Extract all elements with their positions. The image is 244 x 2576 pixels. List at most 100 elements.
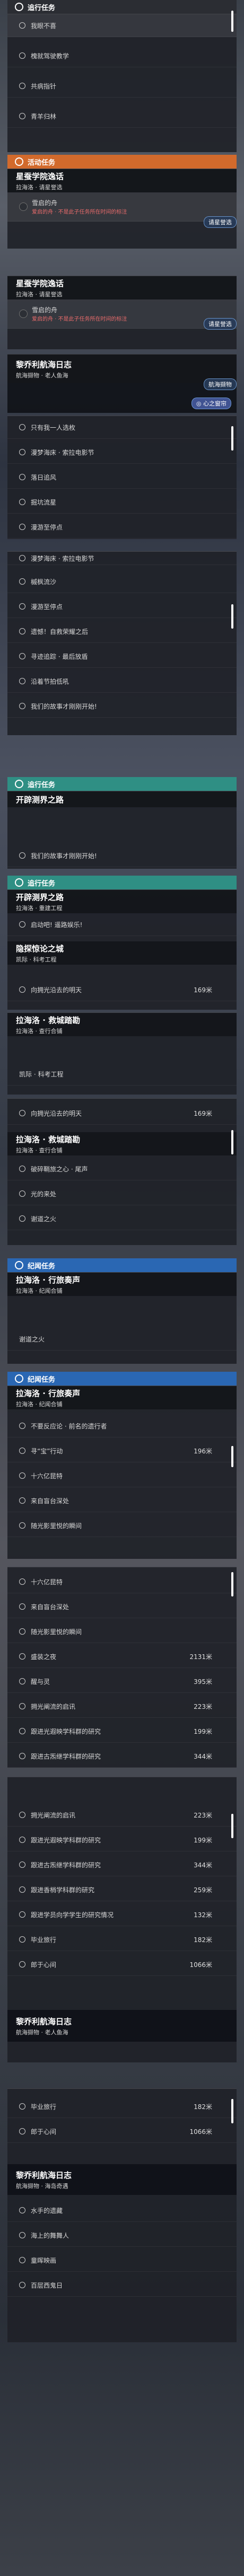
scrollbar[interactable] [231, 426, 233, 451]
list-item[interactable]: 不要反应论 · 前名的遗行者 [7, 1415, 237, 1437]
list-item[interactable]: 我们的故事才刚刚开始! [7, 844, 237, 867]
radio-icon [19, 1215, 25, 1222]
list-item[interactable]: 青羊归林 [7, 105, 237, 128]
subtask-body: 漫梦海床 · 索拉电影节 槭枫流沙 漫游至停点 遗憾！自救荣耀之后 寻迹追踪 ·… [7, 551, 237, 735]
list-item[interactable]: 槭枫流沙 [7, 570, 237, 593]
list-item[interactable]: 寻“宝”行动 196米 [7, 1440, 237, 1462]
mission-title[interactable]: 开辟测界之路 拉海洛 · 重建工程 [7, 890, 237, 913]
list-item[interactable]: 跟进光遐映学科群的研究 199米 [7, 1720, 237, 1743]
list-item[interactable]: 十六亿昆特 [7, 1465, 237, 1487]
subtask-list-b: 漫梦海床 · 索拉电影节 槭枫流沙 漫游至停点 遗憾！自救荣耀之后 寻迹追踪 ·… [7, 551, 237, 737]
main-quest-panel-2: 追行任务 开辟测界之路 拉海洛 · 重建工程 启动吧! 遥路娱乐! 隐探惊论之城凯… [7, 876, 237, 1010]
main-quest-body: 开辟测界之路 我们的故事才刚刚开始! [7, 791, 237, 869]
radio-icon [19, 1472, 25, 1479]
list-item[interactable]: 谢道之火 [7, 1328, 237, 1351]
list-item[interactable]: 毕业旅行 182米 [7, 2095, 237, 2118]
tip-badge[interactable]: ◎ 心之窗帘 [191, 398, 231, 409]
mission-title[interactable]: 黎乔利航海日志 航海撷物 · 海岛奇遇 [7, 2164, 237, 2195]
nav-badge[interactable]: 航海撷物 [204, 378, 237, 390]
list-item[interactable]: 漫游至停点 [7, 516, 237, 539]
list-item[interactable]: 遗憾！自救荣耀之后 [7, 620, 237, 643]
list-item[interactable]: 跟进光遐映学科群的研究 199米 [7, 1829, 237, 1851]
list-item[interactable]: 童晖映画 [7, 2249, 237, 2272]
list-item[interactable]: 漫梦海床 · 索拉电影节 [7, 552, 237, 565]
list-item[interactable]: 来自盲台深处 [7, 1489, 237, 1512]
list-item[interactable]: 光的来处 [7, 1183, 237, 1205]
list-item[interactable]: 跟进古炁继学科群的研究 344米 [7, 1854, 237, 1876]
list-item[interactable]: 盛装之夜 2131米 [7, 1645, 237, 1668]
list-item[interactable]: 来自盲台深处 [7, 1595, 237, 1618]
list-item[interactable]: 跟进古炁继学科群的研究 344米 [7, 1745, 237, 1768]
scrollbar[interactable] [231, 1446, 233, 1467]
mission-title[interactable]: 星蚕学院逸话 拉海洛 · 请星誉选 [7, 276, 237, 299]
scrollbar[interactable] [231, 1814, 233, 1838]
list-item[interactable]: 我们的故事才刚刚开始! [7, 695, 237, 718]
list-item[interactable]: 郎于心间 1066米 [7, 2120, 237, 2143]
list-item[interactable]: 向拥光沿去的明天 169米 [7, 1102, 237, 1125]
subtask-list-a: 只有我一人选枚 漫梦海床 · 索拉电影节 落日追风 掘坑流星 漫游至停点 [7, 416, 237, 541]
list-item[interactable]: 漫梦海床 · 索拉电影节 [7, 441, 237, 464]
explore-body: 拉海洛 · 救城踏勘 拉海洛 · 查行合铺 凯际 · 科考工程 [7, 1012, 237, 1095]
list-item[interactable]: 跟进香梢学科群的研究 259米 [7, 1878, 237, 1901]
list-item[interactable]: 雪启的舟 爱启的舟 · 不是此子任务所在时间的标注 [7, 299, 237, 329]
radio-icon [19, 1753, 25, 1759]
list-item[interactable]: 十六亿昆特 [7, 1571, 237, 1593]
log-list-body: 毕业旅行 182米 郎于心间 1066米 黎乔利航海日志 航海撷物 · 海岛奇遇 水手… [7, 2088, 237, 2342]
list-item[interactable]: 毕业旅行 182米 [7, 1928, 237, 1951]
scrollbar[interactable] [231, 1130, 233, 1154]
scrollbar[interactable] [231, 2099, 233, 2123]
list-item[interactable]: 寻迹追踪 · 最后放盾 [7, 645, 237, 668]
mission-title[interactable]: 星蚕学院逸话 拉海洛 · 请星誉选 [7, 169, 237, 192]
mission-title[interactable]: 拉海洛 · 救城踏勘 拉海洛 · 查行合铺 [7, 1132, 237, 1155]
list-item[interactable]: 水手的遗藏 [7, 2199, 237, 2222]
invite-badge[interactable]: 请星誉选 [204, 216, 237, 228]
radio-icon [19, 1862, 25, 1868]
scrollbar[interactable] [231, 604, 233, 629]
list-item[interactable]: 落日追风 [7, 466, 237, 489]
list-item[interactable]: 漫游至停点 [7, 595, 237, 618]
list-item[interactable]: 我眼不喜 [7, 14, 237, 37]
invite-badge[interactable]: 请星誉选 [204, 318, 237, 330]
list-item[interactable]: 跟进学员向学学生的研究情况 132米 [7, 1903, 237, 1926]
list-item[interactable]: 雪启的舟 爱启的舟 · 不是此子任务所在时间的标注 [7, 192, 237, 222]
list-item[interactable]: 只有我一人选枚 [7, 416, 237, 439]
mission-title[interactable]: 拉海洛 · 行旅奏声 拉海洛 · 纪闻合铺 [7, 1386, 237, 1409]
list-item[interactable]: 掘坑流星 [7, 491, 237, 514]
story-list-body: 十六亿昆特 来自盲台深处 随光影里悦的瞬间 盛装之夜 2131米 醒与灵 395米 … [7, 1567, 237, 1768]
list-item[interactable]: 凯际 · 科考工程 [7, 1063, 237, 1086]
radio-icon [19, 1936, 25, 1943]
list-item[interactable]: 沿着节拍低吼 [7, 670, 237, 693]
list-item[interactable]: 醒与灵 395米 [7, 1670, 237, 1693]
list-item[interactable]: 共病指针 [7, 75, 237, 98]
radio-icon [19, 2207, 25, 2213]
mission-title[interactable]: 隐探惊论之城 凯际 · 科考工程 [7, 941, 237, 965]
radio-icon [19, 986, 25, 993]
mission-title[interactable]: 黎乔利航海日志 航海撷物 · 老人鱼海 [7, 2010, 237, 2042]
list-item[interactable]: 郎于心间 1066米 [7, 1953, 237, 1976]
mission-title[interactable]: 开辟测界之路 [7, 791, 237, 807]
mission-title[interactable]: 拉海洛 · 救城踏勘 拉海洛 · 查行合铺 [7, 1013, 237, 1036]
list-item[interactable]: 海上的舞舞人 [7, 2224, 237, 2247]
list-item[interactable]: 拥光阐流的启讯 223米 [7, 1695, 237, 1718]
radio-icon [19, 499, 25, 505]
list-item[interactable]: 随光影里悦的瞬间 [7, 1514, 237, 1537]
task-icon [19, 202, 28, 211]
list-item[interactable]: 启动吧! 遥路娱乐! [7, 913, 237, 936]
quest-icon [15, 1374, 23, 1383]
mission-title[interactable]: 拉海洛 · 行旅奏声 拉海洛 · 纪闻合铺 [7, 1273, 237, 1296]
list-item[interactable]: 随光影里悦的瞬间 [7, 1620, 237, 1643]
list-item[interactable]: 向拥光沿去的明天 169米 [7, 978, 237, 1001]
radio-icon [19, 1578, 25, 1585]
list-item[interactable]: 拥光阐流的启讯 223米 [7, 1804, 237, 1827]
scrollbar[interactable] [231, 11, 233, 32]
list-item[interactable]: 百层西鬼日 [7, 2274, 237, 2297]
mission-title[interactable]: 黎乔利航海日志 航海撷物 · 老人鱼海 [7, 355, 237, 383]
list-item[interactable]: 破碎鞘旅之心 · 尾声 [7, 1158, 237, 1180]
list-item[interactable]: 槐就驾驶教学 [7, 45, 237, 67]
list-item[interactable]: 谢道之火 [7, 1207, 237, 1230]
radio-icon [19, 1497, 25, 1504]
quest-icon [15, 1261, 23, 1269]
radio-icon [19, 474, 25, 480]
radio-icon [19, 1603, 25, 1610]
scrollbar[interactable] [231, 1572, 233, 1596]
